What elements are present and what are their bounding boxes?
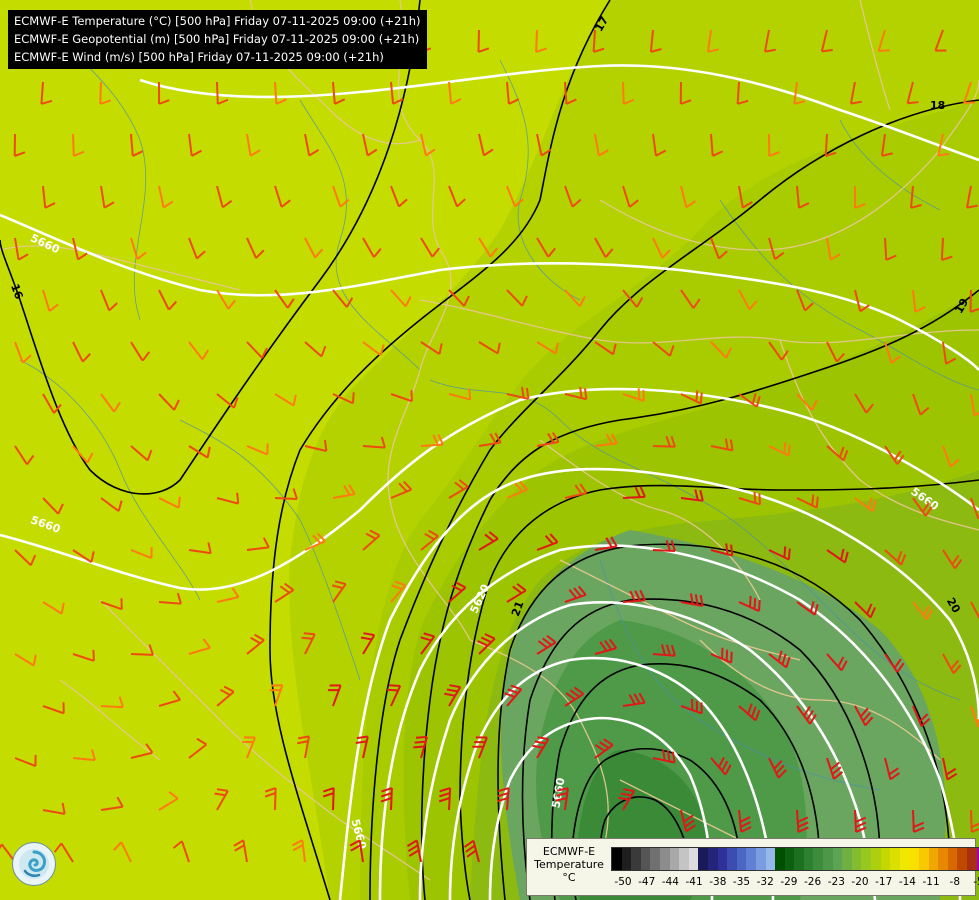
legend-swatch <box>765 848 776 870</box>
legend-tick-label: -23 <box>827 876 845 888</box>
legend-swatch <box>909 848 919 870</box>
header-wind: ECMWF-E Wind (m/s) [500 hPa] Friday 07-1… <box>14 50 384 64</box>
header-geopotential: ECMWF-E Geopotential (m) [500 hPa] Frida… <box>14 32 420 46</box>
legend-swatch <box>947 848 958 870</box>
legend-swatch <box>717 848 728 870</box>
map-canvas: 17 18 19 16 20 21 5660 5660 5660 5620 56… <box>0 0 979 900</box>
legend-swatch <box>880 848 891 870</box>
legend-swatch <box>679 848 689 870</box>
legend-swatch <box>813 848 824 870</box>
legend-swatch <box>938 848 948 870</box>
legend-title: ECMWF-E <box>542 845 596 858</box>
legend-swatch <box>842 848 852 870</box>
legend-tick-label: -35 <box>732 876 751 888</box>
legend-tick-label: -50 <box>614 876 632 888</box>
legend-swatch <box>736 848 747 870</box>
legend-swatch <box>899 848 910 870</box>
legend-swatch <box>755 848 766 870</box>
swirl-icon <box>19 849 49 879</box>
legend-tick-label: -20 <box>851 876 869 888</box>
legend-swatch <box>851 848 862 870</box>
legend-tick-label: -41 <box>685 876 703 888</box>
legend-swatch <box>775 848 785 870</box>
legend-tick-label: -5 <box>973 876 979 888</box>
legend-tick-label: -29 <box>780 876 798 888</box>
legend-swatch <box>669 848 680 870</box>
legend-swatch <box>727 848 737 870</box>
legend-swatch <box>890 848 900 870</box>
legend-swatch <box>659 848 670 870</box>
legend-tick-label: -32 <box>756 876 774 888</box>
legend-swatch <box>919 848 929 870</box>
legend-tick-label: -44 <box>661 876 679 888</box>
legend-tick-label: -11 <box>922 876 940 888</box>
legend-subtitle: Temperature <box>534 858 604 871</box>
legend-tick-label: -38 <box>709 876 727 888</box>
legend-swatch <box>928 848 939 870</box>
swirl-logo <box>12 842 56 886</box>
legend-swatch <box>698 848 708 870</box>
legend-tick-label: -17 <box>875 876 893 888</box>
legend-swatch <box>746 848 756 870</box>
legend-swatch <box>871 848 881 870</box>
legend-swatch <box>688 848 699 870</box>
temp-label-18: 18 <box>930 99 945 112</box>
legend-swatch <box>832 848 843 870</box>
legend-swatch <box>957 848 967 870</box>
legend-tick-label: -47 <box>638 876 656 888</box>
legend-tick-label: -8 <box>949 876 961 888</box>
legend-swatch <box>803 848 814 870</box>
legend-swatch <box>794 848 804 870</box>
legend-swatch <box>612 848 622 870</box>
legend-unit: °C <box>562 871 576 884</box>
legend-swatch <box>621 848 632 870</box>
legend-swatch <box>861 848 872 870</box>
legend-swatch <box>707 848 718 870</box>
legend-swatch <box>640 848 651 870</box>
legend-colorbar <box>611 847 979 871</box>
map-header: ECMWF-E Temperature (°C) [500 hPa] Frida… <box>8 10 427 69</box>
legend-swatch <box>650 848 660 870</box>
temperature-legend: ECMWF-E Temperature °C -50 -47 -44 -41 -38 -3… <box>526 838 979 896</box>
weather-map: 17 18 19 16 20 21 5660 5660 5660 5620 56… <box>0 0 979 900</box>
legend-swatch <box>784 848 795 870</box>
legend-swatch <box>823 848 833 870</box>
legend-swatch <box>631 848 641 870</box>
header-temperature: ECMWF-E Temperature (°C) [500 hPa] Frida… <box>14 14 421 28</box>
legend-tick-label: -26 <box>804 876 822 888</box>
legend-tick-label: -14 <box>898 876 916 888</box>
legend-swatch <box>966 848 977 870</box>
